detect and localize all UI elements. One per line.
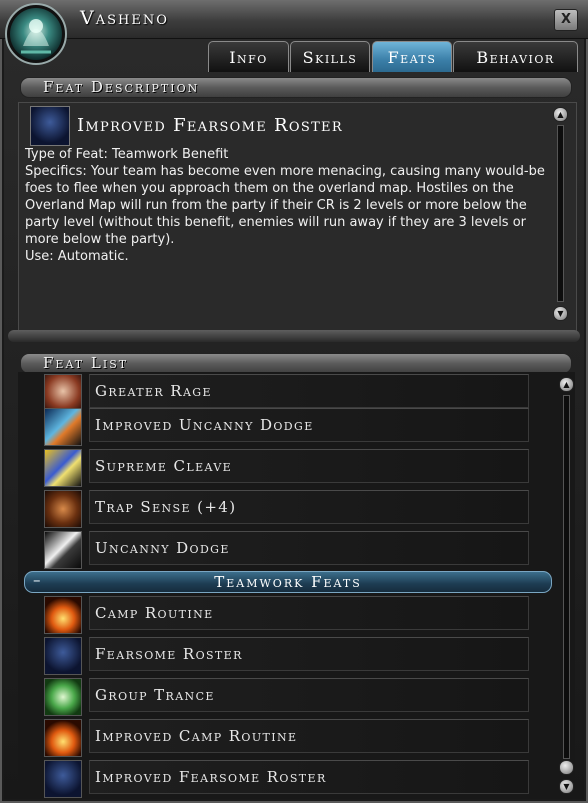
feat-label: Improved Camp Routine — [89, 719, 529, 753]
divider-ornament — [8, 330, 580, 342]
dodge-blade-icon — [44, 408, 82, 446]
feat-row-camp-routine[interactable]: Camp Routine — [44, 596, 530, 634]
tab-behavior[interactable]: Behavior — [453, 41, 578, 72]
description-scroll-up-button[interactable]: ▲ — [553, 107, 568, 122]
feat-list-scroll-handle[interactable] — [559, 760, 574, 775]
shadow-face-icon — [44, 760, 82, 798]
feat-row-greater-rage[interactable]: Greater Rage — [44, 374, 530, 412]
feat-row-uncanny-dodge[interactable]: Uncanny Dodge — [44, 531, 530, 569]
character-window: Vasheno X Info Skills Feats Behavior Fea… — [0, 0, 588, 803]
feat-type-line: Type of Feat: Teamwork Benefit — [25, 147, 229, 162]
feat-label: Trap Sense (+4) — [89, 490, 529, 524]
campfire-icon — [44, 596, 82, 634]
feat-description-header: Feat Description — [20, 77, 572, 98]
feat-row-improved-camp-routine[interactable]: Improved Camp Routine — [44, 719, 530, 757]
description-scrollbar[interactable] — [557, 125, 564, 302]
selected-feat-name: Improved Fearsome Roster — [77, 115, 343, 136]
feat-label: Fearsome Roster — [89, 637, 529, 671]
feat-list-header: Feat List — [20, 353, 572, 374]
close-button[interactable]: X — [554, 9, 578, 31]
feat-description-text: Type of Feat: Teamwork Benefit Specifics… — [25, 146, 555, 265]
tab-feats[interactable]: Feats — [372, 41, 452, 72]
shadow-face-icon — [44, 637, 82, 675]
feat-row-fearsome-roster[interactable]: Fearsome Roster — [44, 637, 530, 675]
feat-specifics-line: Specifics: Your team has become even mor… — [25, 164, 545, 247]
feat-list-scroll-up-button[interactable]: ▲ — [559, 377, 574, 392]
feat-row-group-trance[interactable]: Group Trance — [44, 678, 530, 716]
feat-use-line: Use: Automatic. — [25, 249, 129, 264]
feat-row-supreme-cleave[interactable]: Supreme Cleave — [44, 449, 530, 487]
campfire-icon — [44, 719, 82, 757]
rope-trap-icon — [44, 490, 82, 528]
feat-label: Supreme Cleave — [89, 449, 529, 483]
feat-list-scrollbar[interactable] — [563, 395, 570, 759]
feat-list-scroll-down-button[interactable]: ▼ — [559, 779, 574, 794]
character-portrait-icon[interactable] — [3, 2, 69, 66]
feat-label: Uncanny Dodge — [89, 531, 529, 565]
feat-label: Camp Routine — [89, 596, 529, 630]
cleave-axe-icon — [44, 449, 82, 487]
feat-list-title: Feat List — [43, 354, 129, 372]
title-bar[interactable]: Vasheno X — [0, 0, 588, 39]
feat-label: Greater Rage — [89, 374, 529, 408]
collapse-toggle-icon[interactable]: – — [33, 571, 41, 589]
shadow-face-icon — [30, 106, 70, 146]
tab-info[interactable]: Info — [208, 41, 289, 72]
rage-face-icon — [44, 374, 82, 412]
dodge-icon — [44, 531, 82, 569]
feat-label: Group Trance — [89, 678, 529, 712]
feat-label: Improved Uncanny Dodge — [89, 408, 529, 442]
feat-row-improved-uncanny-dodge[interactable]: Improved Uncanny Dodge — [44, 408, 530, 446]
feat-label: Improved Fearsome Roster — [89, 760, 529, 794]
description-scroll-down-button[interactable]: ▼ — [553, 306, 568, 321]
window-title: Vasheno — [80, 7, 169, 29]
group-title: Teamwork Feats — [214, 573, 362, 591]
tab-skills[interactable]: Skills — [290, 41, 370, 72]
teamwork-feats-group-header[interactable]: Teamwork Feats – — [24, 571, 552, 593]
feat-row-improved-fearsome-roster[interactable]: Improved Fearsome Roster — [44, 760, 530, 798]
trance-rune-icon — [44, 678, 82, 716]
feat-description-title: Feat Description — [43, 78, 200, 96]
feat-row-trap-sense[interactable]: Trap Sense (+4) — [44, 490, 530, 528]
